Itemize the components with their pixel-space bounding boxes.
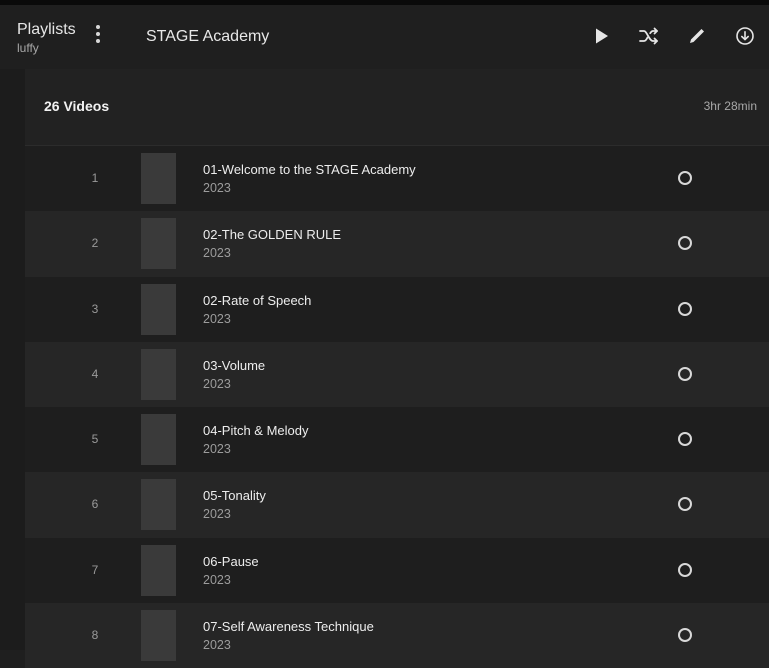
video-row[interactable]: 5 04-Pitch & Melody 2023	[25, 407, 769, 473]
watched-status-circle-icon[interactable]	[678, 301, 692, 316]
video-year: 2023	[203, 376, 231, 391]
video-title: 05-Tonality	[203, 488, 266, 504]
watched-status-circle-icon[interactable]	[678, 497, 692, 512]
watched-status-circle-icon[interactable]	[678, 562, 692, 577]
video-year: 2023	[203, 246, 231, 261]
page-title: STAGE Academy	[146, 28, 270, 45]
video-row[interactable]: 4 03-Volume 2023	[25, 341, 769, 408]
video-year: 2023	[203, 181, 231, 195]
video-row[interactable]: 7 06-Pause 2023	[25, 537, 769, 604]
section-title[interactable]: Playlists	[17, 21, 76, 39]
shuffle-icon	[639, 27, 658, 45]
video-thumbnail	[141, 283, 176, 335]
video-thumbnail	[141, 544, 176, 596]
video-title: 02-Rate of Speech	[203, 292, 312, 308]
download-button[interactable]	[732, 23, 758, 49]
video-count: 26 Videos	[44, 98, 110, 114]
more-options-button[interactable]	[88, 25, 108, 49]
track-number: 4	[91, 366, 99, 381]
watched-status-circle-icon[interactable]	[678, 236, 692, 251]
video-title: 01-Welcome to the STAGE Academy	[203, 162, 416, 177]
pencil-icon	[690, 29, 704, 43]
total-duration: 3hr 28min	[703, 99, 757, 113]
video-list: 1 01-Welcome to the STAGE Academy 2023 2…	[25, 146, 769, 668]
video-year: 2023	[203, 311, 231, 326]
watched-status-circle-icon[interactable]	[678, 628, 692, 643]
playlist-owner: luffy	[17, 41, 39, 55]
video-title: 07-Self Awareness Technique	[203, 619, 374, 635]
track-number: 7	[91, 562, 99, 577]
video-thumbnail	[141, 610, 176, 662]
video-year: 2023	[203, 507, 231, 522]
play-button[interactable]	[588, 23, 614, 49]
playlist-content: 26 Videos 3hr 28min 1 01-Welcome to the …	[25, 69, 769, 668]
track-number: 1	[91, 171, 99, 185]
edit-button[interactable]	[684, 23, 710, 49]
video-thumbnail	[141, 153, 176, 204]
video-year: 2023	[203, 572, 231, 587]
track-number: 2	[91, 236, 99, 251]
download-circle-icon	[736, 27, 754, 45]
left-gutter	[0, 69, 25, 650]
video-row[interactable]: 3 02-Rate of Speech 2023	[25, 276, 769, 342]
video-thumbnail	[141, 218, 176, 270]
playlist-header: Playlists luffy STAGE Academy	[0, 5, 769, 69]
watched-status-circle-icon[interactable]	[678, 171, 692, 185]
video-title: 02-The GOLDEN RULE	[203, 227, 341, 243]
video-year: 2023	[203, 442, 231, 457]
video-title: 04-Pitch & Melody	[203, 423, 309, 439]
video-row[interactable]: 1 01-Welcome to the STAGE Academy 2023	[25, 146, 769, 212]
video-thumbnail	[141, 414, 176, 466]
play-icon	[596, 28, 608, 44]
watched-status-circle-icon[interactable]	[678, 366, 692, 381]
playlist-summary: 26 Videos 3hr 28min	[25, 69, 769, 146]
video-thumbnail	[141, 348, 176, 400]
video-row[interactable]: 6 05-Tonality 2023	[25, 472, 769, 538]
video-thumbnail	[141, 479, 176, 531]
video-row[interactable]: 2 02-The GOLDEN RULE 2023	[25, 211, 769, 277]
track-number: 8	[91, 628, 99, 643]
video-title: 06-Pause	[203, 553, 259, 569]
watched-status-circle-icon[interactable]	[678, 432, 692, 447]
track-number: 3	[91, 301, 99, 316]
track-number: 6	[91, 497, 99, 512]
shuffle-button[interactable]	[636, 23, 662, 49]
video-row[interactable]: 8 07-Self Awareness Technique 2023	[25, 603, 769, 668]
track-number: 5	[91, 432, 99, 447]
kebab-vertical-icon	[96, 25, 100, 29]
video-title: 03-Volume	[203, 357, 266, 373]
